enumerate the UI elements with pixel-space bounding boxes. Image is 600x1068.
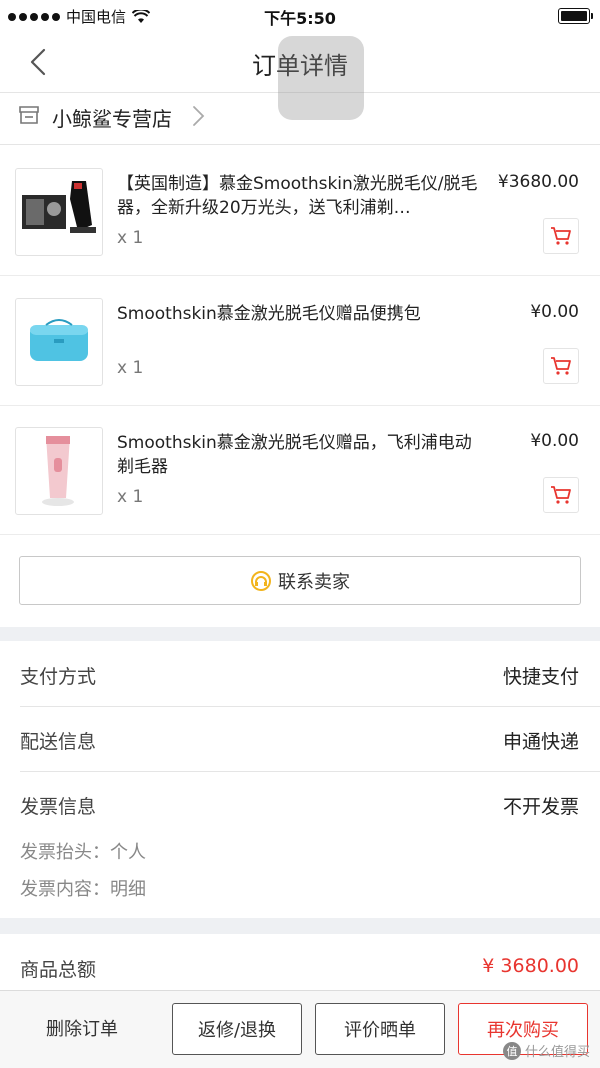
invoice-title-line: 发票抬头：个人 — [20, 842, 146, 863]
add-to-cart-button[interactable] — [543, 218, 579, 254]
product-price: ¥3680.00 — [497, 172, 579, 192]
status-time: 下午5:50 — [264, 9, 336, 28]
product-price: ¥0.00 — [530, 431, 579, 451]
nav-header: 订单详情 — [0, 32, 600, 120]
review-label: 评价晒单 — [344, 1020, 416, 1041]
invoice-label: 发票信息 — [20, 796, 97, 818]
shaver-image — [42, 436, 74, 506]
watermark-logo-icon: 值 — [502, 1041, 521, 1060]
chevron-right-icon — [193, 106, 205, 126]
bottom-action-bar: 删除订单 返修/退换 评价晒单 再次购买 值 什么值得买 — [0, 990, 600, 1068]
shipping-value: 申通快递 — [502, 731, 579, 753]
contact-seller-label: 联系卖家 — [278, 571, 350, 593]
product-price: ¥0.00 — [530, 302, 579, 322]
total-label: 商品总额 — [20, 959, 97, 981]
laser-device-image — [22, 181, 96, 233]
shipping-row[interactable]: 配送信息 申通快递 — [0, 707, 600, 771]
store-row[interactable]: 小鲸鲨专营店 — [0, 92, 600, 145]
product-title[interactable]: 【英国制造】慕金Smoothskin激光脱毛仪/脱毛器，全新升级20万光头，送飞… — [117, 172, 487, 220]
cart-icon — [551, 486, 571, 504]
product-thumbnail[interactable] — [15, 168, 103, 256]
product-quantity: x 1 — [117, 487, 144, 507]
product-title[interactable]: Smoothskin慕金激光脱毛仪赠品，飞利浦电动剃毛器 — [117, 431, 487, 479]
invoice-value: 不开发票 — [502, 796, 579, 818]
cart-icon — [551, 227, 571, 245]
payment-label: 支付方式 — [20, 666, 97, 688]
headset-icon — [251, 570, 271, 591]
travel-bag-image — [30, 319, 88, 361]
return-exchange-button[interactable]: 返修/退换 — [172, 1003, 302, 1055]
payment-row: 支付方式 快捷支付 — [0, 642, 600, 706]
total-amount: ¥ 3680.00 — [482, 955, 579, 977]
payment-value: 快捷支付 — [502, 666, 579, 688]
delete-order-button[interactable]: 删除订单 — [22, 1015, 142, 1041]
store-name: 小鲸鲨专营店 — [52, 107, 172, 131]
store-icon — [19, 106, 39, 124]
status-bar: 中国电信 下午5:50 — [0, 0, 600, 32]
return-exchange-label: 返修/退换 — [197, 1020, 277, 1041]
shipping-label: 配送信息 — [20, 731, 97, 753]
battery-icon — [558, 8, 593, 24]
add-to-cart-button[interactable] — [543, 348, 579, 384]
watermark: 值 什么值得买 — [502, 1041, 590, 1060]
section-separator — [0, 918, 600, 934]
product-thumbnail[interactable] — [15, 298, 103, 386]
add-to-cart-button[interactable] — [543, 477, 579, 513]
cart-icon — [551, 357, 571, 375]
product-item[interactable]: Smoothskin慕金激光脱毛仪赠品便携包 x 1 ¥0.00 — [0, 276, 600, 406]
watermark-text: 什么值得买 — [524, 1045, 590, 1060]
review-button[interactable]: 评价晒单 — [315, 1003, 445, 1055]
product-title[interactable]: Smoothskin慕金激光脱毛仪赠品便携包 — [117, 302, 487, 326]
section-separator — [0, 627, 600, 641]
product-item[interactable]: 【英国制造】慕金Smoothskin激光脱毛仪/脱毛器，全新升级20万光头，送飞… — [0, 146, 600, 276]
rebuy-label: 再次购买 — [487, 1020, 559, 1041]
product-thumbnail[interactable] — [15, 427, 103, 515]
product-quantity: x 1 — [117, 358, 144, 378]
product-quantity: x 1 — [117, 228, 144, 248]
invoice-content-line: 发票内容：明细 — [20, 879, 146, 900]
contact-seller-button[interactable]: 联系卖家 — [19, 556, 581, 605]
product-item[interactable]: Smoothskin慕金激光脱毛仪赠品，飞利浦电动剃毛器 x 1 ¥0.00 — [0, 405, 600, 535]
invoice-row: 发票信息 不开发票 — [0, 772, 600, 836]
